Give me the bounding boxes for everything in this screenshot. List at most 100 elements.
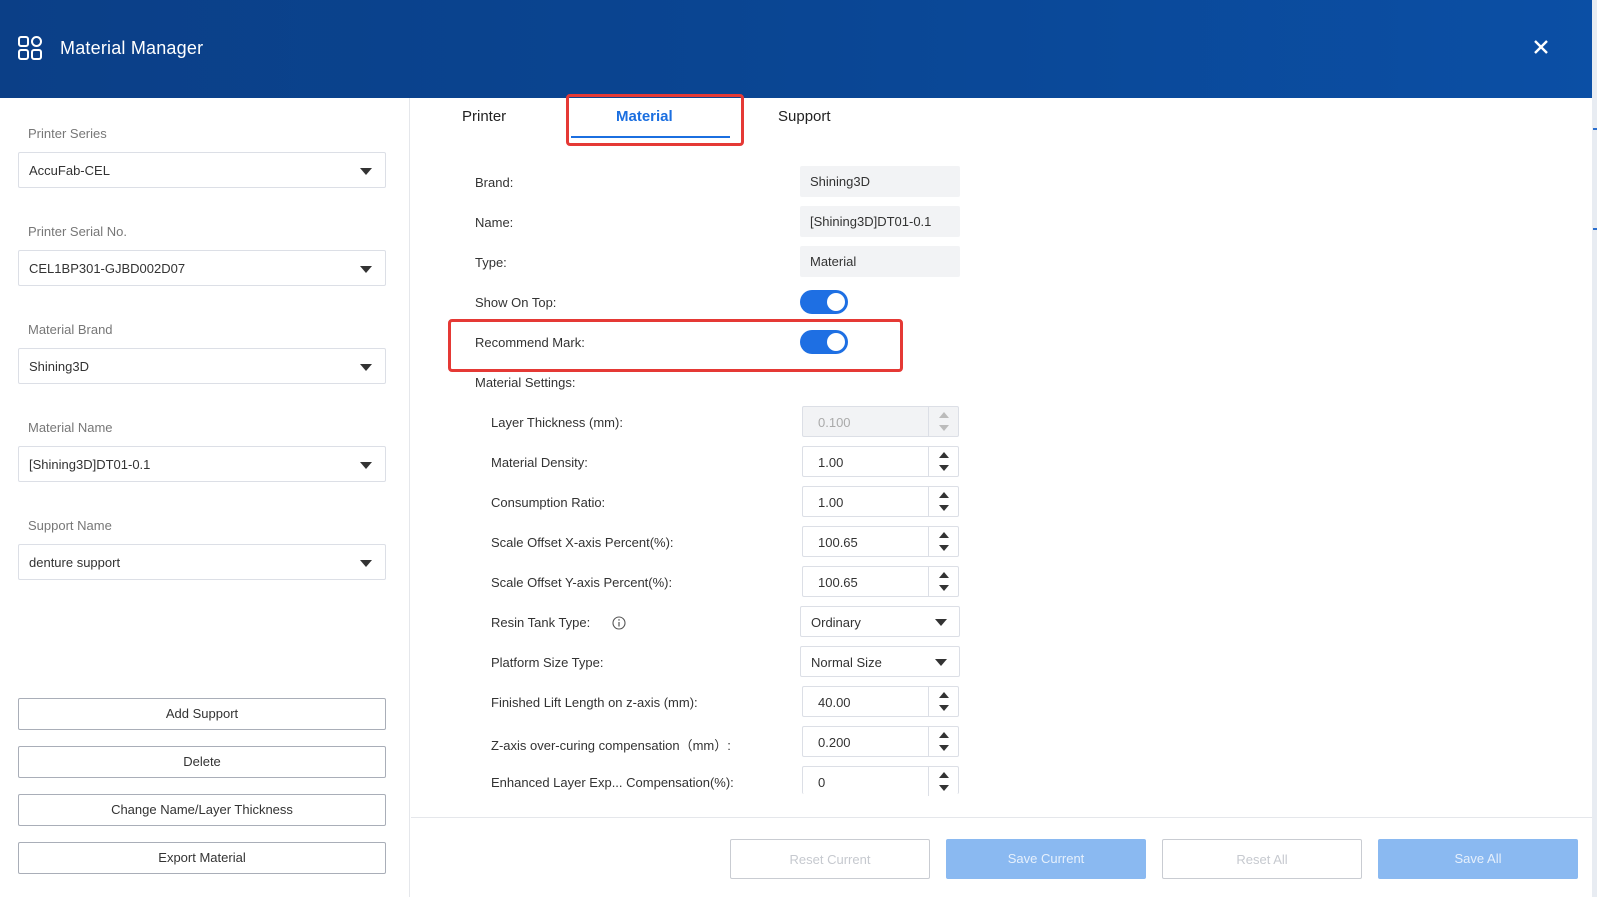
name-value: [Shining3D]DT01-0.1 bbox=[810, 214, 932, 229]
arrow-down-icon[interactable] bbox=[939, 505, 949, 511]
recommend-mark-label: Recommend Mark: bbox=[475, 335, 585, 350]
scale-offset-x-input[interactable]: 100.65 bbox=[802, 526, 959, 557]
z-axis-compensation-label: Z-axis over-curing compensation（mm）: bbox=[491, 738, 731, 753]
recommend-mark-toggle[interactable] bbox=[800, 330, 848, 354]
platform-size-type-value: Normal Size bbox=[811, 655, 882, 670]
window-title: Material Manager bbox=[60, 38, 204, 58]
brand-label: Brand: bbox=[475, 175, 514, 190]
arrow-down-icon bbox=[939, 425, 949, 431]
scale-offset-x-value: 100.65 bbox=[818, 535, 858, 550]
tab-printer[interactable]: Printer bbox=[462, 108, 506, 125]
window-edge bbox=[1592, 0, 1597, 897]
material-brand-value: Shining3D bbox=[29, 359, 89, 374]
reset-all-button[interactable]: Reset All bbox=[1162, 839, 1362, 879]
resin-tank-type-select[interactable]: Ordinary bbox=[800, 606, 960, 637]
layer-thickness-input: 0.100 bbox=[802, 406, 959, 437]
toggle-knob bbox=[827, 293, 845, 311]
name-label: Name: bbox=[475, 215, 514, 230]
edge-marker bbox=[1593, 228, 1597, 230]
type-field: Material bbox=[800, 246, 960, 277]
stepper bbox=[928, 727, 958, 756]
layer-thickness-value: 0.100 bbox=[818, 415, 851, 430]
save-all-button[interactable]: Save All bbox=[1378, 839, 1578, 879]
footer-divider bbox=[411, 817, 1592, 818]
delete-button[interactable]: Delete bbox=[18, 746, 386, 778]
material-name-value: [Shining3D]DT01-0.1 bbox=[29, 457, 151, 472]
chevron-down-icon bbox=[360, 266, 372, 273]
stepper bbox=[928, 407, 958, 436]
arrow-down-icon[interactable] bbox=[939, 585, 949, 591]
printer-series-select[interactable]: AccuFab-CEL bbox=[18, 152, 386, 188]
enhanced-layer-exposure-label: Enhanced Layer Exp... Compensation(%): bbox=[491, 775, 734, 790]
arrow-up-icon[interactable] bbox=[939, 492, 949, 498]
brand-value: Shining3D bbox=[810, 174, 870, 189]
type-label: Type: bbox=[475, 255, 507, 270]
support-name-value: denture support bbox=[29, 555, 121, 570]
support-name-select[interactable]: denture support bbox=[18, 544, 386, 580]
arrow-up-icon[interactable] bbox=[939, 572, 949, 578]
name-field: [Shining3D]DT01-0.1 bbox=[800, 206, 960, 237]
close-icon[interactable] bbox=[1528, 34, 1554, 60]
title-bar: Material Manager bbox=[0, 0, 1597, 98]
stepper bbox=[928, 447, 958, 476]
scale-offset-y-value: 100.65 bbox=[818, 575, 858, 590]
arrow-up-icon bbox=[939, 412, 949, 418]
arrow-up-icon[interactable] bbox=[939, 452, 949, 458]
edge-marker bbox=[1593, 128, 1597, 130]
arrow-up-icon[interactable] bbox=[939, 732, 949, 738]
info-icon[interactable] bbox=[612, 616, 626, 630]
finished-lift-length-value: 40.00 bbox=[818, 695, 851, 710]
layer-thickness-label: Layer Thickness (mm): bbox=[491, 415, 623, 430]
material-name-select[interactable]: [Shining3D]DT01-0.1 bbox=[18, 446, 386, 482]
material-brand-label: Material Brand bbox=[28, 322, 113, 337]
show-on-top-toggle[interactable] bbox=[800, 290, 848, 314]
chevron-down-icon bbox=[360, 462, 372, 469]
material-density-label: Material Density: bbox=[491, 455, 588, 470]
arrow-down-icon[interactable] bbox=[939, 705, 949, 711]
material-density-value: 1.00 bbox=[818, 455, 844, 470]
scale-offset-y-input[interactable]: 100.65 bbox=[802, 566, 959, 597]
finished-lift-length-input[interactable]: 40.00 bbox=[802, 686, 959, 717]
stepper bbox=[928, 527, 958, 556]
chevron-down-icon bbox=[935, 619, 947, 626]
stepper bbox=[928, 567, 958, 596]
arrow-down-icon[interactable] bbox=[939, 545, 949, 551]
change-name-layer-thickness-button[interactable]: Change Name/Layer Thickness bbox=[18, 794, 386, 826]
platform-size-type-label: Platform Size Type: bbox=[491, 655, 604, 670]
arrow-down-icon[interactable] bbox=[939, 785, 949, 791]
material-density-input[interactable]: 1.00 bbox=[802, 446, 959, 477]
brand-field: Shining3D bbox=[800, 166, 960, 197]
platform-size-type-select[interactable]: Normal Size bbox=[800, 646, 960, 677]
arrow-up-icon[interactable] bbox=[939, 532, 949, 538]
z-axis-compensation-input[interactable]: 0.200 bbox=[802, 726, 959, 757]
printer-serial-label: Printer Serial No. bbox=[28, 224, 127, 239]
tab-support[interactable]: Support bbox=[778, 108, 831, 125]
arrow-down-icon[interactable] bbox=[939, 745, 949, 751]
scale-offset-x-label: Scale Offset X-axis Percent(%): bbox=[491, 535, 674, 550]
stepper bbox=[928, 767, 958, 796]
enhanced-layer-exposure-input[interactable]: 0 bbox=[802, 766, 959, 796]
arrow-up-icon[interactable] bbox=[939, 692, 949, 698]
consumption-ratio-input[interactable]: 1.00 bbox=[802, 486, 959, 517]
material-settings-label: Material Settings: bbox=[475, 375, 576, 390]
show-on-top-label: Show On Top: bbox=[475, 295, 557, 310]
type-value: Material bbox=[810, 254, 857, 269]
arrow-up-icon[interactable] bbox=[939, 772, 949, 778]
support-name-label: Support Name bbox=[28, 518, 112, 533]
material-brand-select[interactable]: Shining3D bbox=[18, 348, 386, 384]
add-support-button[interactable]: Add Support bbox=[18, 698, 386, 730]
tab-highlight-box bbox=[566, 94, 744, 146]
finished-lift-length-label: Finished Lift Length on z-axis (mm): bbox=[491, 695, 698, 710]
export-material-button[interactable]: Export Material bbox=[18, 842, 386, 874]
consumption-ratio-label: Consumption Ratio: bbox=[491, 495, 606, 510]
material-name-label: Material Name bbox=[28, 420, 113, 435]
scale-offset-y-label: Scale Offset Y-axis Percent(%): bbox=[491, 575, 673, 590]
save-current-button[interactable]: Save Current bbox=[946, 839, 1146, 879]
printer-series-value: AccuFab-CEL bbox=[29, 163, 110, 178]
reset-current-button[interactable]: Reset Current bbox=[730, 839, 930, 879]
printer-serial-select[interactable]: CEL1BP301-GJBD002D07 bbox=[18, 250, 386, 286]
arrow-down-icon[interactable] bbox=[939, 465, 949, 471]
consumption-ratio-value: 1.00 bbox=[818, 495, 844, 510]
z-axis-compensation-value: 0.200 bbox=[818, 735, 851, 750]
resin-tank-type-label: Resin Tank Type: bbox=[491, 615, 591, 630]
